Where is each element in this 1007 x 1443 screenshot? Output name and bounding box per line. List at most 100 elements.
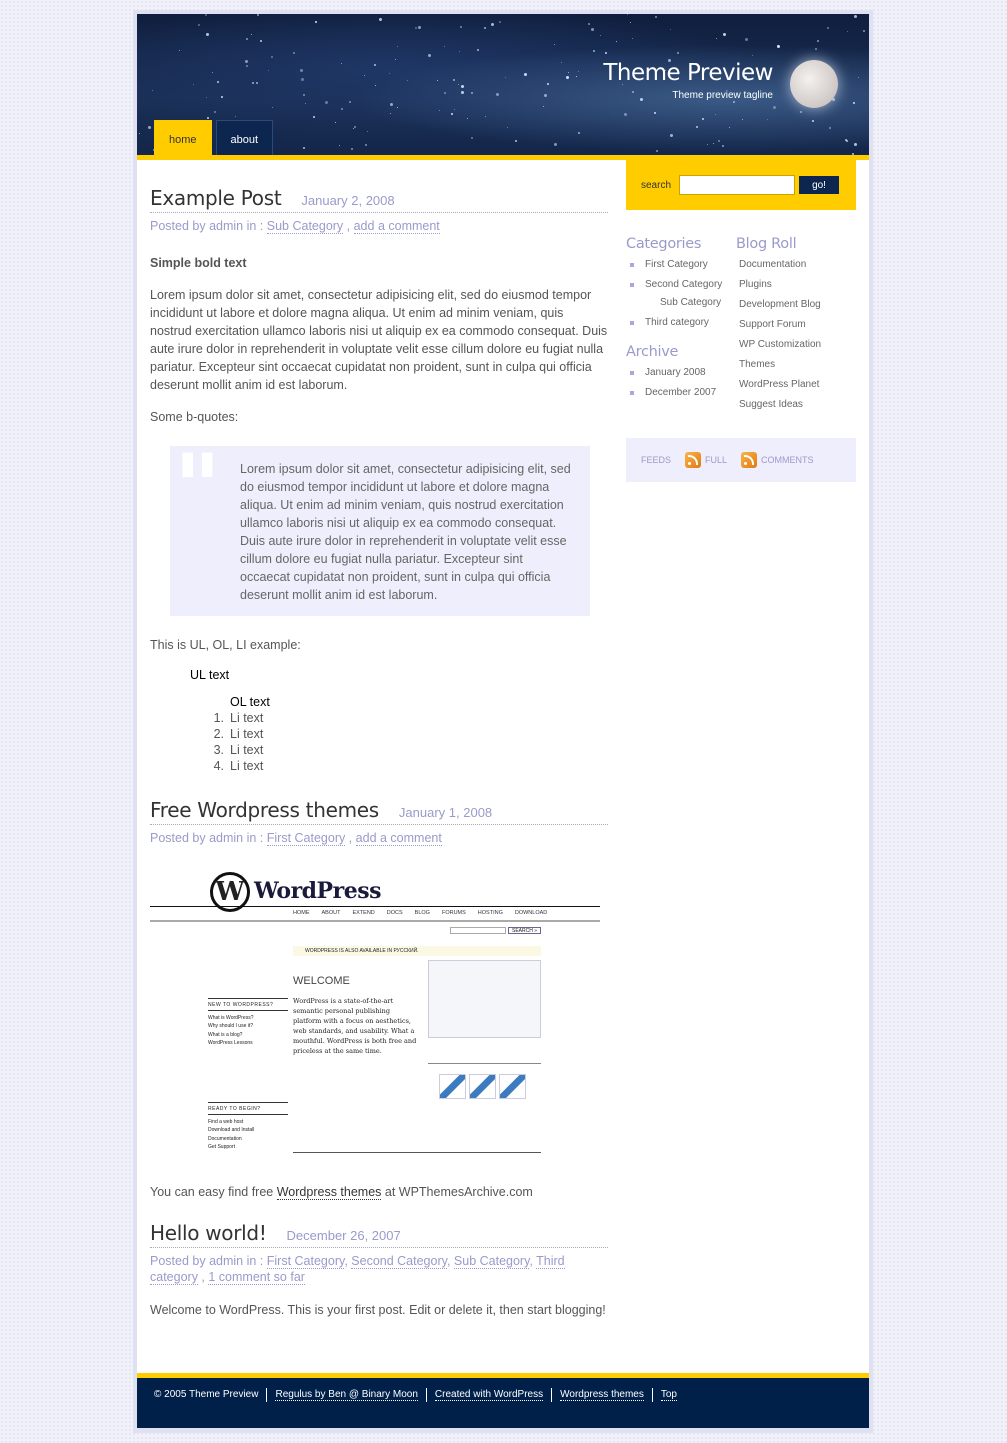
star xyxy=(221,95,224,98)
category-link[interactable]: Second Category xyxy=(351,1254,447,1269)
star xyxy=(568,71,570,73)
footer: © 2005 Theme Preview Regulus by Ben @ Bi… xyxy=(137,1378,869,1428)
star xyxy=(152,89,154,91)
category-item[interactable]: Sub Category xyxy=(626,296,736,310)
star xyxy=(251,33,253,35)
ordered-list: OL text 1. Li text 2. Li text 3. Li text 4.… xyxy=(150,694,608,774)
wordpress-themes-link[interactable]: Wordpress themes xyxy=(276,1185,382,1200)
image-side-text: What is WordPress? xyxy=(208,1014,254,1021)
star xyxy=(853,143,857,147)
post-title[interactable]: Hello world! xyxy=(150,1221,267,1245)
star xyxy=(315,21,318,24)
category-item[interactable]: Second Category xyxy=(626,278,736,292)
star xyxy=(543,105,545,107)
categories-heading: Categories xyxy=(626,236,702,252)
star xyxy=(389,113,391,115)
star xyxy=(715,113,717,115)
footer-link[interactable]: Created with WordPress xyxy=(434,1389,544,1401)
category-link[interactable]: Sub Category xyxy=(453,1254,530,1269)
blogroll-item[interactable]: Documentation xyxy=(736,258,821,272)
star xyxy=(561,61,563,63)
post-title[interactable]: Free Wordpress themes xyxy=(150,798,379,822)
blogroll-item[interactable]: Themes xyxy=(736,358,821,372)
feeds-box: FEEDS FULL COMMENTS xyxy=(626,438,856,482)
star xyxy=(477,49,480,52)
star xyxy=(148,125,152,129)
blogroll-item[interactable]: Support Forum xyxy=(736,318,821,332)
star xyxy=(334,122,336,124)
star xyxy=(428,54,432,58)
star xyxy=(257,14,260,17)
footer-link[interactable]: Regulus by Ben @ Binary Moon xyxy=(275,1389,418,1401)
blogroll-item[interactable]: WP Customization xyxy=(736,338,821,352)
star xyxy=(193,84,195,86)
category-item[interactable]: First Category xyxy=(626,258,736,272)
blogroll-item[interactable]: Development Blog xyxy=(736,298,821,312)
star xyxy=(341,62,343,64)
star xyxy=(576,75,578,77)
category-item[interactable]: Third category xyxy=(626,316,736,330)
footer-top-link[interactable]: Top xyxy=(660,1389,677,1401)
star xyxy=(415,26,418,29)
header: Theme Preview Theme preview tagline home… xyxy=(137,14,869,155)
star xyxy=(717,140,720,143)
site-title[interactable]: Theme Preview xyxy=(603,60,773,86)
post-title[interactable]: Example Post xyxy=(150,186,282,210)
nav-tab-about[interactable]: about xyxy=(215,120,274,155)
archive-item[interactable]: December 2007 xyxy=(626,386,736,400)
star xyxy=(461,91,465,95)
star xyxy=(450,112,453,115)
star xyxy=(858,76,860,78)
star xyxy=(437,80,439,82)
blogroll-item[interactable]: Suggest Ideas xyxy=(736,398,821,412)
archive-item[interactable]: January 2008 xyxy=(626,366,736,380)
star xyxy=(459,26,462,29)
category-link[interactable]: First Category xyxy=(266,831,346,846)
feed-full-link[interactable]: FULL xyxy=(705,455,727,465)
search-input[interactable] xyxy=(679,175,796,195)
category-link[interactable]: First Category xyxy=(266,1254,345,1269)
star xyxy=(829,127,832,130)
image-side-text: Documentation xyxy=(208,1135,242,1142)
star xyxy=(751,55,753,57)
image-side-text: Find a web host xyxy=(208,1118,244,1125)
star xyxy=(604,51,607,54)
comment-link[interactable]: add a comment xyxy=(355,831,442,846)
star xyxy=(270,55,273,58)
star xyxy=(453,108,455,110)
star xyxy=(484,27,487,30)
star xyxy=(353,128,355,130)
archive-list: January 2008 December 2007 xyxy=(626,366,736,400)
category-link[interactable]: Sub Category xyxy=(266,219,344,234)
blogroll-item[interactable]: Plugins xyxy=(736,278,821,292)
nav-tab-home[interactable]: home xyxy=(154,120,212,155)
post-meta: Posted by admin in : Sub Category , add … xyxy=(150,219,440,234)
comment-link[interactable]: add a comment xyxy=(353,219,440,234)
search-button[interactable]: go! xyxy=(799,176,840,194)
feed-comments-link[interactable]: COMMENTS xyxy=(761,455,814,465)
rss-icon[interactable] xyxy=(741,452,758,468)
star xyxy=(695,126,698,129)
blogroll-heading: Blog Roll xyxy=(736,236,797,252)
star xyxy=(653,111,656,114)
star xyxy=(389,102,393,106)
star xyxy=(800,111,803,114)
star xyxy=(452,78,455,81)
rss-icon[interactable] xyxy=(685,452,702,468)
star xyxy=(590,28,594,32)
star xyxy=(504,76,506,78)
footer-link[interactable]: Wordpress themes xyxy=(560,1389,644,1401)
star xyxy=(251,82,254,85)
image-side-text: Why should I use it? xyxy=(208,1023,254,1030)
star xyxy=(300,77,304,81)
image-nav-text: FORUMS xyxy=(441,910,466,916)
moon-image xyxy=(790,60,838,108)
star xyxy=(654,15,657,18)
comment-link[interactable]: 1 comment so far xyxy=(208,1270,305,1285)
star xyxy=(766,119,768,121)
blogroll-item[interactable]: WordPress Planet xyxy=(736,378,821,392)
star xyxy=(305,102,307,104)
post-text: You can easy find free Wordpress themes … xyxy=(150,1185,533,1200)
ol-text: OL text xyxy=(230,695,270,709)
wordpress-screenshot-image: W WordPress HOME ABOUT EXTEND DOCS BLOG FORUM… xyxy=(150,868,608,1163)
